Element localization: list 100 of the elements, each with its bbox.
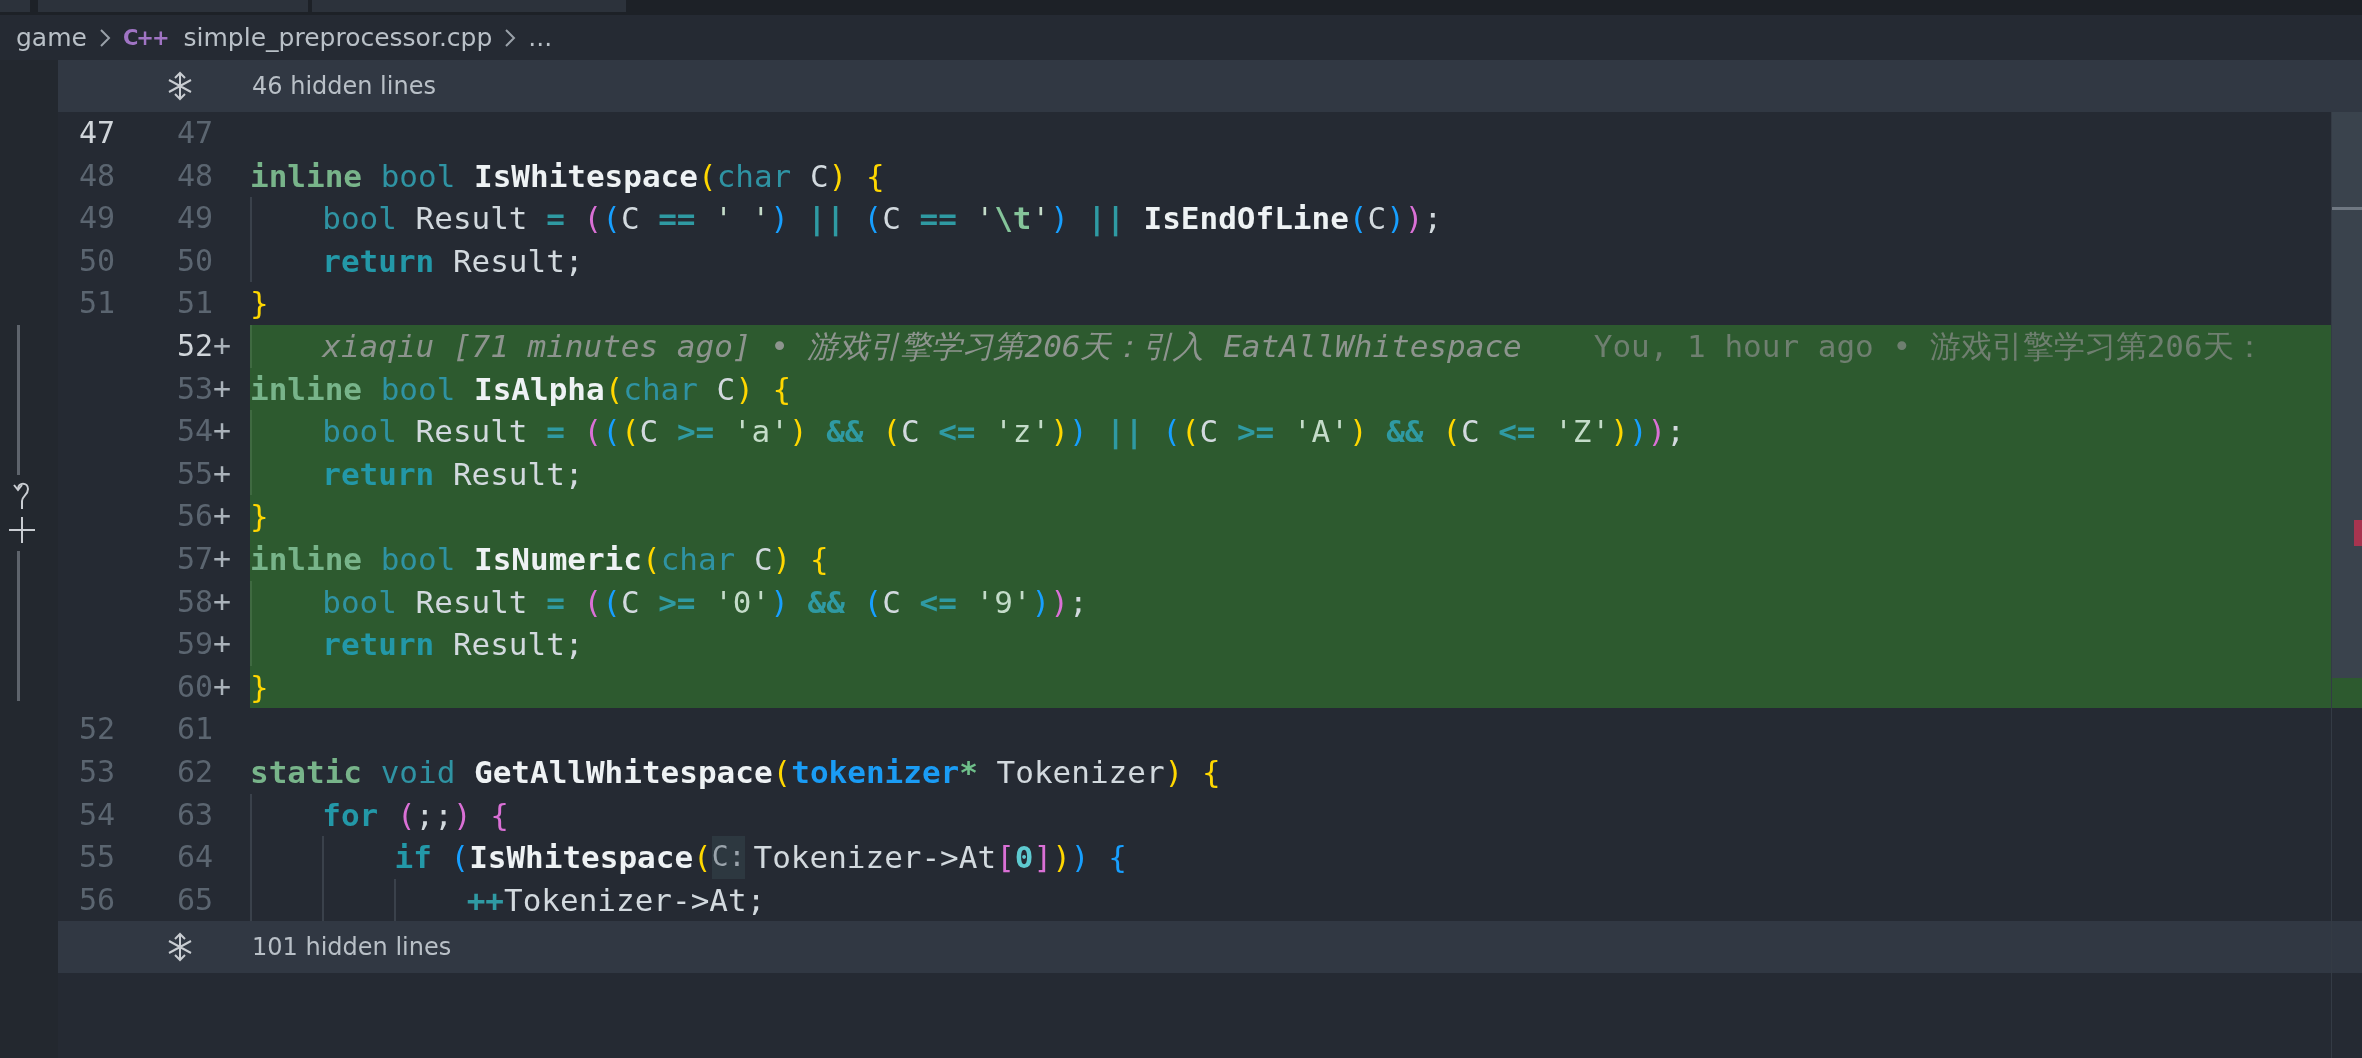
- string-literal: 'z': [993, 412, 1051, 452]
- inlay-hint: C:: [711, 836, 746, 879]
- line-number: 51: [78, 285, 115, 321]
- bracket: ): [1628, 412, 1648, 452]
- bracket: ): [1647, 412, 1667, 452]
- bracket: (: [1180, 412, 1200, 452]
- bracket: (: [602, 582, 621, 622]
- identifier: C: [882, 199, 901, 239]
- line-number: 56: [78, 881, 115, 917]
- keyword: return: [322, 454, 435, 494]
- keyword: inline: [250, 539, 362, 579]
- scrollbar-thumb[interactable]: [2332, 112, 2362, 678]
- identifier: Result: [414, 412, 528, 452]
- type-name: tokenizer: [791, 752, 960, 792]
- string-literal: ': [1031, 199, 1051, 239]
- string-literal: 'Z': [1553, 412, 1611, 452]
- identifier: Tokenizer->At: [753, 838, 997, 878]
- function-name: IsWhitespace: [472, 156, 698, 196]
- line-number: 63: [176, 796, 213, 832]
- bracket: {: [1107, 838, 1127, 878]
- line-number: 60: [176, 668, 213, 704]
- scrollbar[interactable]: [2331, 112, 2362, 1058]
- line-number: 49: [176, 200, 213, 236]
- identifier: Result;: [451, 625, 584, 665]
- identifier: Result: [414, 199, 528, 239]
- line-number: 58: [176, 583, 213, 619]
- identifier: C: [882, 582, 901, 622]
- operator: ++: [466, 880, 505, 920]
- bracket: (: [582, 582, 603, 622]
- bracket: (: [697, 156, 717, 196]
- bracket: (: [582, 199, 603, 239]
- operator: ==: [918, 199, 957, 239]
- plus-icon[interactable]: [7, 515, 37, 545]
- diff-marker: +: [213, 413, 232, 449]
- bracket: (: [602, 412, 621, 452]
- bracket: (: [641, 539, 661, 579]
- type-name: bool: [322, 412, 397, 452]
- operator: ==: [657, 199, 696, 239]
- bracket: (: [604, 369, 624, 409]
- type-name: bool: [379, 369, 456, 409]
- type-name: bool: [322, 199, 397, 239]
- type-name: bool: [379, 156, 456, 196]
- identifier: C: [620, 199, 640, 239]
- hidden-lines-bar[interactable]: 101 hidden lines: [58, 921, 2362, 974]
- keyword: inline: [250, 156, 362, 196]
- line-number: 64: [176, 839, 213, 875]
- bracket: (: [862, 199, 883, 239]
- identifier: ;: [1666, 412, 1685, 452]
- string-literal: 'a': [731, 412, 789, 452]
- operator: =: [545, 199, 565, 239]
- operator: =: [545, 412, 565, 452]
- bracket: (: [693, 838, 712, 878]
- line-number: 50: [176, 242, 213, 278]
- type-name: bool: [322, 582, 397, 622]
- escape-sequence: \t: [994, 199, 1032, 239]
- bracket: }: [250, 497, 269, 537]
- bracket: ): [1386, 199, 1405, 239]
- bracket: (: [1348, 199, 1368, 239]
- line-number: 56: [176, 498, 213, 534]
- diff-marker: +: [213, 583, 232, 619]
- identifier: ;: [1068, 582, 1088, 622]
- bracket: (: [881, 412, 901, 452]
- hidden-lines-bar[interactable]: 46 hidden lines: [58, 60, 2362, 112]
- breadcrumb-item[interactable]: ...: [528, 23, 553, 52]
- operator: &&: [1385, 412, 1424, 452]
- breadcrumb-item[interactable]: simple_preprocessor.cpp: [183, 23, 493, 52]
- bracket: ): [770, 199, 789, 239]
- identifier: Tokenizer: [995, 752, 1165, 792]
- line-number: 47: [176, 115, 213, 150]
- keyword: static: [250, 752, 362, 792]
- bracket: ): [1052, 838, 1071, 878]
- bracket: ) {: [452, 795, 509, 835]
- line-number: 49: [78, 200, 115, 236]
- line-number: 53: [78, 753, 115, 789]
- function-name: GetAllWhitespace: [472, 752, 773, 792]
- line-number: 62: [176, 753, 213, 789]
- line-number: 51: [176, 285, 213, 321]
- unfold-icon[interactable]: [166, 71, 194, 101]
- bracket: ]: [1033, 838, 1053, 878]
- operator: &&: [825, 412, 864, 452]
- bracket: }: [250, 667, 269, 707]
- cpp-file-icon: C++: [122, 25, 168, 50]
- bracket: ) {: [1164, 752, 1221, 792]
- string-literal: ': [974, 199, 995, 239]
- diff-marker: +: [213, 498, 232, 534]
- line-number: 52: [176, 327, 213, 363]
- bracket: [: [996, 838, 1015, 878]
- bracket: ): [1610, 412, 1629, 452]
- bracket: (: [1161, 412, 1181, 452]
- bracket: ): [1050, 582, 1069, 622]
- diff-marker: +: [213, 626, 232, 662]
- bracket: ) {: [735, 369, 792, 409]
- string-literal: ' ': [713, 199, 771, 239]
- line-number: 50: [78, 242, 115, 278]
- line-number: 48: [176, 157, 213, 193]
- bracket: ): [1050, 199, 1069, 239]
- breadcrumb-item[interactable]: game: [16, 23, 87, 52]
- bracket: ) {: [828, 156, 885, 196]
- operator: <=: [937, 412, 976, 452]
- unfold-icon[interactable]: [166, 932, 194, 963]
